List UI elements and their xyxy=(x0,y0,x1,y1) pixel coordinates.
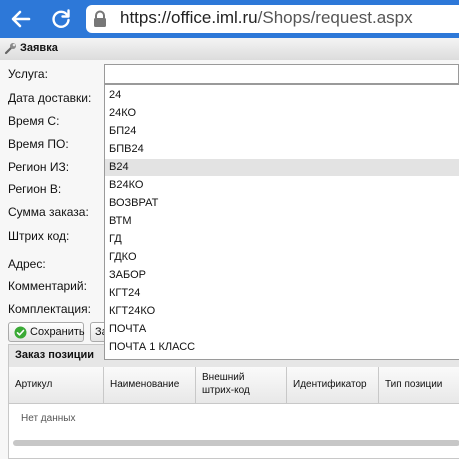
dropdown-option-label: 24КО xyxy=(109,107,137,119)
save-button-label: Сохранить xyxy=(30,326,85,338)
save-button[interactable]: Сохранить xyxy=(8,322,85,342)
kit-label: Комплектация: xyxy=(8,302,91,316)
dropdown-option[interactable]: КГТ24КО xyxy=(105,303,459,320)
wrench-icon xyxy=(4,42,17,60)
dropdown-option-label: В24КО xyxy=(109,179,144,191)
column-header-name[interactable]: Наименование xyxy=(104,367,196,403)
window-title: Заявка xyxy=(20,42,58,54)
service-label: Услуга: xyxy=(8,67,48,81)
dropdown-option[interactable]: ПОЧТА xyxy=(105,321,459,338)
order-sum-label: Сумма заказа: xyxy=(8,205,89,219)
region-from-label: Регион ИЗ: xyxy=(8,160,70,174)
dropdown-option-label: 24 xyxy=(109,89,122,101)
order-items-panel: Заказ позиции Артикул Наименование Внешн… xyxy=(8,344,459,459)
delivery-date-label: Дата доставки: xyxy=(8,91,92,105)
reload-icon[interactable] xyxy=(48,6,74,32)
dropdown-option-label: БП24 xyxy=(109,125,137,137)
column-header-external-barcode[interactable]: Внешний штрих-код xyxy=(196,367,287,403)
dropdown-option-label: ВОЗВРАТ xyxy=(109,197,159,209)
dropdown-option[interactable]: 24 xyxy=(105,87,459,104)
address-bar[interactable]: https://office.iml.ru/Shops/request.aspx xyxy=(86,5,459,33)
url-host: https://office.iml.ru xyxy=(120,8,258,27)
dropdown-option[interactable]: ВТМ xyxy=(105,213,459,230)
dropdown-option-label: В24 xyxy=(109,161,129,173)
dropdown-option[interactable]: ГД xyxy=(105,231,459,248)
empty-table-text: Нет данных xyxy=(21,413,76,424)
url-path: /Shops/request.aspx xyxy=(257,8,413,27)
service-dropdown-list: 24 24КО БП24 БПВ24 В24 В24КО ВОЗВРАТ ВТМ ГД ГДКО З… xyxy=(104,84,459,360)
dropdown-option[interactable]: БПВ24 xyxy=(105,141,459,158)
dropdown-option-label: ПОЧТА xyxy=(109,323,147,335)
dropdown-option-label: БПВ24 xyxy=(109,143,144,155)
dropdown-option[interactable]: В24КО xyxy=(105,177,459,194)
horizontal-scrollbar[interactable] xyxy=(13,440,459,446)
dropdown-option[interactable]: 24КО xyxy=(105,105,459,122)
address-label: Адрес: xyxy=(8,257,46,271)
dropdown-option-label: КГТ24КО xyxy=(109,305,156,317)
dropdown-option[interactable]: В24 xyxy=(105,159,459,176)
dropdown-option-label: ГД xyxy=(109,233,122,245)
dropdown-option[interactable]: ПОЧТА 1 КЛАСС xyxy=(105,339,459,356)
lock-icon xyxy=(92,10,108,33)
dropdown-option[interactable]: ВОЗВРАТ xyxy=(105,195,459,212)
order-items-table-header: Артикул Наименование Внешний штрих-код И… xyxy=(9,367,459,404)
column-header-item-type[interactable]: Тип позиции xyxy=(379,367,459,403)
barcode-label: Штрих код: xyxy=(8,229,70,243)
dropdown-option[interactable]: ЗАБОР xyxy=(105,267,459,284)
window-titlebar: Заявка xyxy=(0,38,459,61)
dropdown-option-label: ВТМ xyxy=(109,215,132,227)
dropdown-option[interactable]: ГДКО xyxy=(105,249,459,266)
column-header-article[interactable]: Артикул xyxy=(9,367,104,403)
dropdown-option[interactable]: БП24 xyxy=(105,123,459,140)
region-to-label: Регион В: xyxy=(8,182,62,196)
column-header-identifier[interactable]: Идентификатор xyxy=(287,367,379,403)
browser-toolbar: https://office.iml.ru/Shops/request.aspx xyxy=(0,0,459,38)
url-text: https://office.iml.ru/Shops/request.aspx xyxy=(120,8,413,28)
order-items-title: Заказ позиции xyxy=(15,349,95,361)
dropdown-option-label: ПОЧТА 1 КЛАСС xyxy=(109,341,196,353)
time-to-label: Время ПО: xyxy=(8,137,69,151)
time-from-label: Время С: xyxy=(8,114,60,128)
back-arrow-icon[interactable] xyxy=(8,6,34,32)
service-select[interactable] xyxy=(104,64,459,84)
dropdown-option[interactable]: КГТ24 xyxy=(105,285,459,302)
dropdown-option-label: КГТ24 xyxy=(109,287,141,299)
dropdown-option-label: ЗАБОР xyxy=(109,269,146,281)
check-icon xyxy=(14,326,27,342)
dropdown-option-label: ГДКО xyxy=(109,251,137,263)
comment-label: Комментарий: xyxy=(8,279,87,293)
